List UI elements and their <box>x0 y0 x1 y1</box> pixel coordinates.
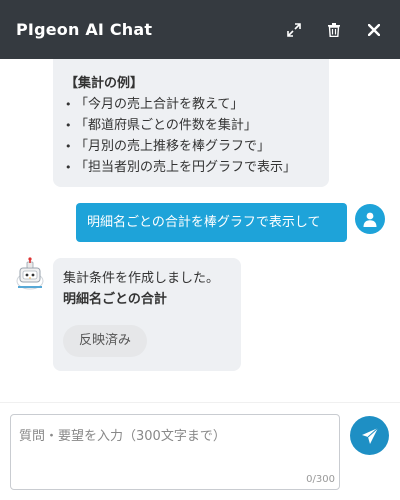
chat-title: PIgeon AI Chat <box>16 20 153 39</box>
trash-icon <box>328 22 340 37</box>
reflected-button[interactable]: 反映済み <box>63 325 148 357</box>
bot-message-examples: 【集計の例】 「今月の売上合計を教えて」 「都道府県ごとの件数を集計」 「月別の… <box>53 59 329 187</box>
example-item: 「担当者別の売上を円グラフで表示」 <box>65 157 317 178</box>
user-avatar <box>355 204 385 234</box>
example-item: 「都道府県ごとの件数を集計」 <box>65 115 317 136</box>
reply-text: 集計条件を作成しました。 <box>63 271 220 286</box>
message-list[interactable]: 【集計の例】 「今月の売上合計を教えて」 「都道府県ごとの件数を集計」 「月別の… <box>0 59 400 402</box>
close-button[interactable] <box>364 20 384 40</box>
message-input[interactable] <box>11 415 339 489</box>
example-item: 「今月の売上合計を教えて」 <box>65 94 317 115</box>
pigeon-icon <box>16 257 44 290</box>
expand-icon <box>287 22 301 37</box>
char-counter: 0/300 <box>306 474 335 485</box>
send-button[interactable] <box>350 416 389 455</box>
reply-aggregation-name: 明細名ごとの合計 <box>63 292 167 307</box>
example-item: 「月別の売上推移を棒グラフで」 <box>65 136 317 157</box>
send-icon <box>361 427 378 444</box>
user-message: 明細名ごとの合計を棒グラフで表示して <box>76 203 347 242</box>
examples-title: 【集計の例】 <box>65 76 144 91</box>
message-input-box: 0/300 <box>10 414 340 490</box>
delete-button[interactable] <box>324 20 344 40</box>
expand-button[interactable] <box>284 20 304 40</box>
chat-header: PIgeon AI Chat <box>0 0 400 59</box>
bot-message-reply: 集計条件を作成しました。 明細名ごとの合計 反映済み <box>53 258 241 371</box>
input-area: 0/300 <box>0 402 400 500</box>
user-icon <box>363 212 377 227</box>
close-icon <box>368 23 380 36</box>
pigeon-avatar <box>14 257 46 291</box>
